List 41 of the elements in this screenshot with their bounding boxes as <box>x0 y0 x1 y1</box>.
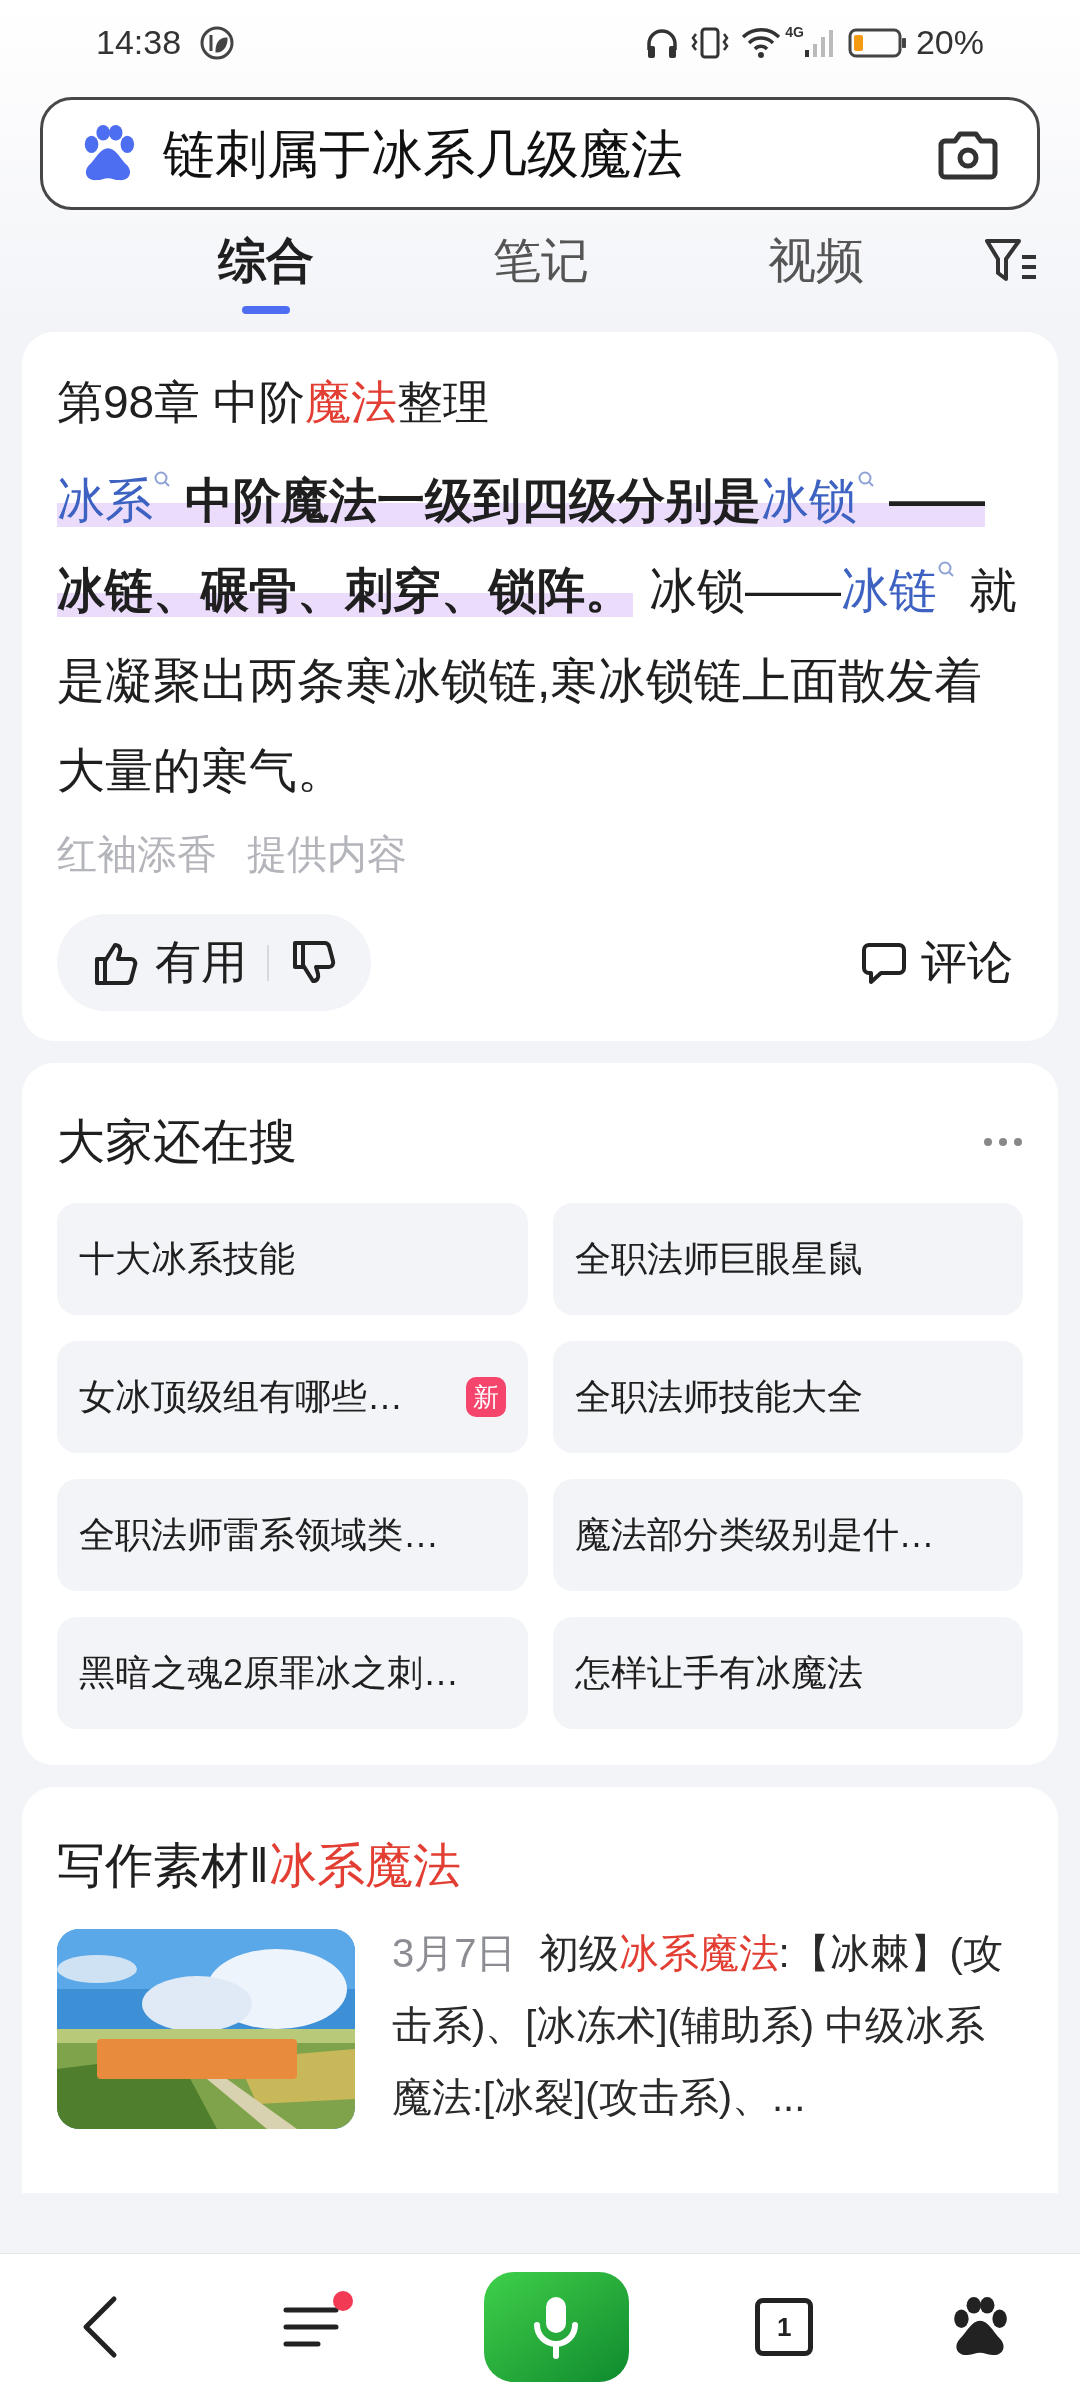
useful-button[interactable]: 有用 <box>91 928 247 997</box>
search-icon <box>937 560 955 578</box>
tab[interactable]: 笔记 <box>403 226 678 314</box>
answer-title: 第98章 中阶魔法整理 <box>57 375 490 430</box>
vibrate-icon <box>691 25 730 60</box>
related-search-chip[interactable]: 全职法师雷系领域类… <box>57 1479 528 1591</box>
signal-icon <box>803 27 834 58</box>
article-snippet: 3月7日 初级冰系魔法:【冰棘】(攻击系)、[冰冻术](辅助系) 中级冰系魔法:[冰裂](攻击系)、... <box>392 1930 1003 2121</box>
related-search-chip[interactable]: 黑暗之魂2原罪冰之刺… <box>57 1617 528 1729</box>
source-label: 提供内容 <box>247 831 407 878</box>
new-badge: 新 <box>465 1377 506 1417</box>
source-author: 红袖添香 <box>57 831 217 878</box>
tab[interactable]: 视频 <box>678 226 953 314</box>
keyword-link[interactable]: 冰锁 <box>761 474 889 527</box>
network-type: 4G <box>785 23 804 42</box>
related-search-chip[interactable]: 全职法师技能大全 <box>552 1341 1023 1453</box>
related-search-chip[interactable]: 十大冰系技能 <box>57 1203 528 1315</box>
search-icon <box>857 470 875 488</box>
microphone-icon <box>533 2295 579 2359</box>
comment-button[interactable]: 评论 <box>861 928 1023 997</box>
article-title[interactable]: 写作素材‖冰系魔法 <box>57 1831 1023 1901</box>
battery-icon <box>847 26 908 59</box>
more-icon[interactable] <box>983 1137 1023 1147</box>
keyword-link[interactable]: 冰链 <box>841 564 969 617</box>
search-icon <box>153 470 171 488</box>
clock-time: 14:38 <box>96 22 182 63</box>
related-search-chip[interactable]: 全职法师巨眼星鼠 <box>552 1203 1023 1315</box>
tab-count-button[interactable]: 1 <box>755 2298 814 2356</box>
related-search-chip[interactable]: 怎样让手有冰魔法 <box>552 1617 1023 1729</box>
search-field[interactable]: 链刺属于冰系几级魔法 <box>40 97 1040 210</box>
wifi-icon <box>741 26 782 59</box>
keyword-link[interactable]: 冰系 <box>57 474 185 527</box>
related-search-chip[interactable]: 女冰顶级组有哪些… 新 <box>57 1341 528 1453</box>
voice-button[interactable] <box>483 2272 629 2382</box>
battery-percent: 20% <box>915 22 984 63</box>
section-title: 大家还在搜 <box>57 1114 297 1170</box>
answer-paragraph: 冰系 中阶魔法一级到四级分别是冰锁 ——冰链、碾骨、刺穿、锁阵。 冰锁——冰链 就是凝聚出两条寒冰锁链,寒冰锁链上面散发着大量的寒气。 <box>57 456 1023 816</box>
related-search-chip[interactable]: 魔法部分类级别是什… <box>552 1479 1023 1591</box>
search-query[interactable]: 链刺属于冰系几级魔法 <box>163 127 909 180</box>
tab[interactable]: 综合 <box>128 226 403 314</box>
leaf-badge-icon <box>199 24 236 61</box>
